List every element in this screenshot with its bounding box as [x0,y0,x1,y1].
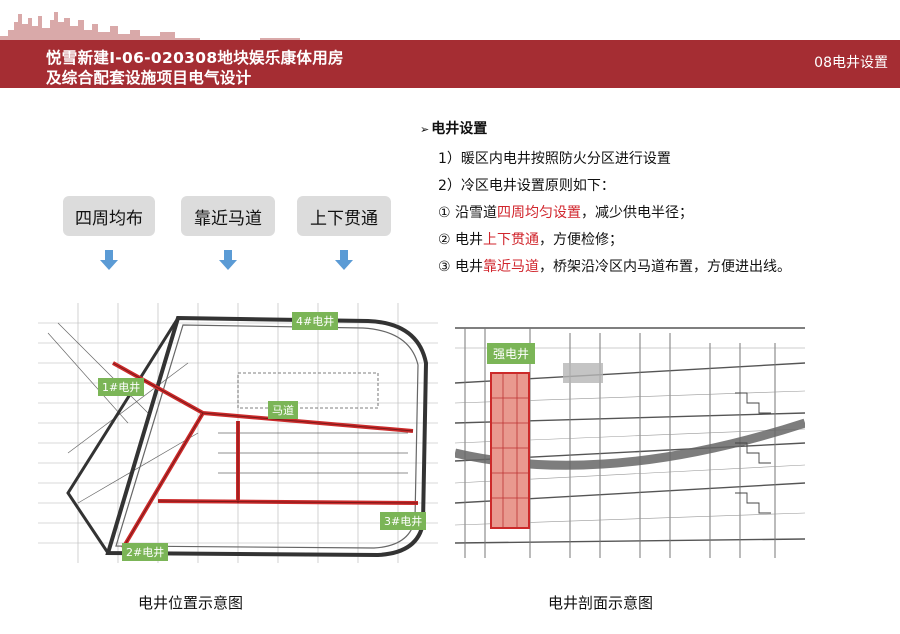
tag-near-catwalk: 靠近马道 [181,196,275,236]
arrow-down-icon [335,250,353,270]
note-item: ② 电井上下贯通，方便检修； [438,232,624,248]
shaft-3-label: 3#电井 [380,512,427,530]
section-label: 08电井设置 [814,55,888,71]
project-title-line1: 悦雪新建I-06-020308地块娱乐康体用房 [46,49,344,67]
note-item: 1）暖区内电井按照防火分区进行设置 [438,151,671,167]
plan-drawing [38,303,438,563]
arrow-bullet-icon: ➢ [420,123,430,136]
shaft-location-plan: 4#电井 1#电井 马道 3#电井 2#电井 [38,303,438,563]
arrow-down-icon [100,250,118,270]
note-item: ③ 电井靠近马道，桥架沿冷区内马道布置，方便进出线。 [438,259,792,275]
shaft-1-label: 1#电井 [98,378,145,396]
note-item: ① 沿雪道四周均匀设置，减少供电半径； [438,205,694,221]
skyline-decoration [0,12,900,44]
shaft-section-drawing: 强电井 [453,303,807,558]
arrow-down-icon [219,250,237,270]
project-title-line2: 及综合配套设施项目电气设计 [46,69,252,87]
shaft-4-label: 4#电井 [292,312,339,330]
header-banner: 悦雪新建I-06-020308地块娱乐康体用房 及综合配套设施项目电气设计 08… [0,40,900,88]
catwalk-label: 马道 [268,401,298,419]
shaft-2-label: 2#电井 [122,543,169,561]
tag-evenly-distributed: 四周均布 [63,196,155,236]
tag-vertical-through: 上下贯通 [297,196,391,236]
section-drawing [453,327,807,558]
left-figure-caption: 电井位置示意图 [138,594,244,612]
right-figure-caption: 电井剖面示意图 [548,594,654,612]
notes-heading: ➢ 电井设置 [420,121,488,137]
power-shaft-label: 强电井 [487,343,536,364]
note-item: 2）冷区电井设置原则如下： [438,178,615,194]
